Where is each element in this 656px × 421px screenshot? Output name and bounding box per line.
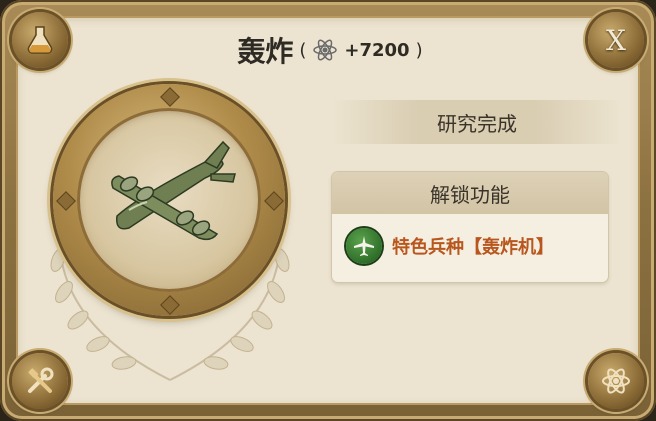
medal-face bbox=[77, 108, 261, 292]
research-status: 研究完成 bbox=[437, 111, 517, 136]
unlock-header: 解锁功能 bbox=[332, 172, 608, 214]
flask-button[interactable] bbox=[12, 12, 68, 68]
science-button[interactable] bbox=[588, 353, 644, 409]
unlock-heading: 解锁功能 bbox=[430, 182, 510, 207]
unlock-item-label: 特色兵种【轰炸机】 bbox=[392, 237, 554, 258]
medal-stud bbox=[160, 87, 180, 107]
medal-ring bbox=[53, 84, 285, 316]
atom-icon bbox=[313, 39, 338, 61]
unit-medal bbox=[20, 80, 320, 381]
bomber-plane-icon bbox=[111, 140, 236, 241]
reward-close-paren: ) bbox=[415, 39, 423, 61]
flask-icon bbox=[27, 26, 53, 54]
unlock-item[interactable]: 特色兵种【轰炸机】 bbox=[346, 228, 554, 264]
close-button[interactable]: X bbox=[588, 12, 644, 68]
title-row: 轰炸 ( +7200 ) bbox=[200, 28, 460, 72]
unlock-panel: 解锁功能 特色兵种【轰炸机】 bbox=[332, 172, 608, 282]
research-status-bar: 研究完成 bbox=[332, 100, 622, 144]
plane-icon bbox=[354, 236, 374, 256]
page-title: 轰炸 bbox=[237, 35, 294, 68]
close-icon: X bbox=[606, 23, 626, 57]
reward-open-paren: ( bbox=[299, 39, 307, 61]
atom-icon bbox=[602, 368, 630, 394]
medal-stud bbox=[56, 191, 76, 211]
reward-value: +7200 bbox=[344, 39, 410, 61]
medal-stud bbox=[264, 191, 284, 211]
unit-badge bbox=[346, 228, 382, 264]
medal-stud bbox=[160, 295, 180, 315]
